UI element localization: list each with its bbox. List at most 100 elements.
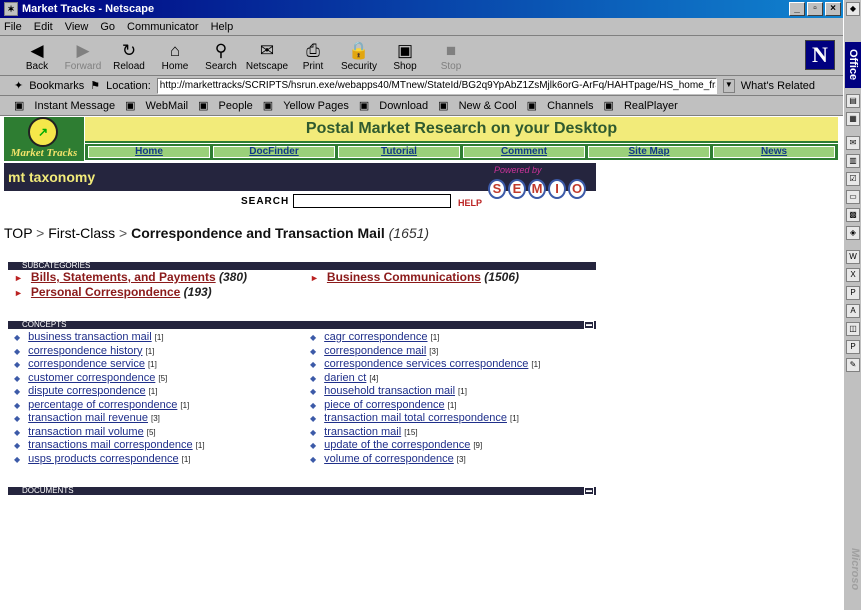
concept-item[interactable]: ◆ correspondence service [1] [14,358,157,370]
concept-item[interactable]: ◆ usps products correspondence [1] [14,453,191,465]
concept-link[interactable]: transactions mail correspondence [28,439,192,451]
office-app-icon-6[interactable]: ▭ [846,190,860,204]
nav-home[interactable]: Home [88,146,210,158]
subcategory-item[interactable]: ► Personal Correspondence (193) [14,285,212,299]
menu-help[interactable]: Help [211,21,234,33]
personal-bar-item[interactable]: RealPlayer [624,100,678,112]
menu-file[interactable]: File [4,21,22,33]
concept-item[interactable]: ◆ volume of correspondence [3] [310,453,466,465]
toolbar-home-button[interactable]: ⌂ Home [152,36,198,72]
semio-logo[interactable]: Powered by S E M I O [488,165,598,211]
office-app-icon-2[interactable]: ▦ [846,112,860,126]
office-app-icon-7[interactable]: ▩ [846,208,860,222]
toolbar-back-button[interactable]: ◀ Back [14,36,60,72]
concept-link[interactable]: transaction mail volume [28,426,144,438]
concept-link[interactable]: darien ct [324,372,366,384]
breadcrumb-first-class[interactable]: First-Class [48,225,115,241]
office-app-icon-3[interactable]: ✉ [846,136,860,150]
concept-link[interactable]: transaction mail [324,426,401,438]
nav-tutorial[interactable]: Tutorial [338,146,460,158]
minimize-button[interactable]: _ [789,2,805,16]
maximize-button[interactable]: ▫ [807,2,823,16]
office-app-icon-10[interactable]: ✎ [846,358,860,372]
concept-link[interactable]: household transaction mail [324,385,455,397]
concept-item[interactable]: ◆ update of the correspondence [9] [310,439,482,451]
concept-link[interactable]: correspondence mail [324,345,426,357]
toolbar-shop-button[interactable]: ▣ Shop [382,36,428,72]
menu-go[interactable]: Go [100,21,115,33]
concept-item[interactable]: ◆ customer correspondence [5] [14,372,167,384]
toolbar-netscape-button[interactable]: ✉ Netscape [244,36,290,72]
concept-link[interactable]: correspondence services correspondence [324,358,528,370]
word-icon[interactable]: W [846,250,860,264]
office-app-icon-5[interactable]: ☑ [846,172,860,186]
market-tracks-logo[interactable]: ↗ Market Tracks [4,117,84,161]
concept-item[interactable]: ◆ transactions mail correspondence [1] [14,439,205,451]
subcategory-link[interactable]: Business Communications [327,270,481,284]
menu-communicator[interactable]: Communicator [127,21,199,33]
concept-item[interactable]: ◆ correspondence services correspondence[… [310,358,540,370]
nav-site-map[interactable]: Site Map [588,146,710,158]
concept-link[interactable]: transaction mail total correspondence [324,412,507,424]
url-dropdown-icon[interactable]: ▼ [722,78,735,93]
personal-bar-item[interactable]: Instant Message [34,100,115,112]
url-input[interactable]: http://markettracks/SCRIPTS/hsrun.exe/we… [156,77,717,94]
concept-link[interactable]: dispute correspondence [28,385,145,397]
nav-news[interactable]: News [713,146,835,158]
concept-item[interactable]: ◆ darien ct [4] [310,372,378,384]
concept-item[interactable]: ◆ dispute correspondence [1] [14,385,157,397]
nav-docfinder[interactable]: DocFinder [213,146,335,158]
publisher-icon[interactable]: P [846,340,860,354]
concept-link[interactable]: business transaction mail [28,331,152,343]
concept-link[interactable]: piece of correspondence [324,399,444,411]
office-icon[interactable]: ◆ [846,2,860,16]
toolbar-reload-button[interactable]: ↻ Reload [106,36,152,72]
concept-item[interactable]: ◆ cagr correspondence [1] [310,331,439,343]
personal-bar-item[interactable]: New & Cool [459,100,517,112]
nav-comment[interactable]: Comment [463,146,585,158]
help-link[interactable]: HELP [458,198,482,208]
concept-item[interactable]: ◆ percentage of correspondence [1] [14,399,189,411]
concept-item[interactable]: ◆ correspondence history [1] [14,345,154,357]
concept-link[interactable]: volume of correspondence [324,453,454,465]
concept-item[interactable]: ◆ correspondence mail [3] [310,345,438,357]
netscape-logo-icon[interactable]: N [805,40,835,70]
toolbar-security-button[interactable]: 🔒 Security [336,36,382,72]
toolbar-stop-button[interactable]: ■ Stop [428,36,474,72]
excel-icon[interactable]: X [846,268,860,282]
powerpoint-icon[interactable]: P [846,286,860,300]
concept-link[interactable]: correspondence service [28,358,145,370]
minimize-icon[interactable]: ▬ [584,487,594,495]
menu-edit[interactable]: Edit [34,21,53,33]
concept-link[interactable]: update of the correspondence [324,439,470,451]
whats-related-button[interactable]: What's Related [741,80,815,92]
concept-item[interactable]: ◆ transaction mail [15] [310,426,418,438]
personal-bar-item[interactable]: People [219,100,253,112]
concept-link[interactable]: usps products correspondence [28,453,178,465]
personal-bar-item[interactable]: Yellow Pages [283,100,349,112]
concept-item[interactable]: ◆ business transaction mail [1] [14,331,164,343]
subcategory-item[interactable]: ► Bills, Statements, and Payments (380) [14,270,247,284]
office-app-icon-1[interactable]: ▤ [846,94,860,108]
breadcrumb-top[interactable]: TOP [4,225,32,241]
concept-item[interactable]: ◆ transaction mail volume [5] [14,426,156,438]
concept-item[interactable]: ◆ transaction mail total correspondence [1… [310,412,519,424]
concept-item[interactable]: ◆ piece of correspondence [1] [310,399,457,411]
concept-link[interactable]: transaction mail revenue [28,412,148,424]
office-app-icon-8[interactable]: ◈ [846,226,860,240]
subcategory-item[interactable]: ► Business Communications (1506) [310,270,519,284]
concept-item[interactable]: ◆ household transaction mail [1] [310,385,467,397]
concept-link[interactable]: correspondence history [28,345,142,357]
office-app-icon-9[interactable]: ◫ [846,322,860,336]
concept-link[interactable]: cagr correspondence [324,331,427,343]
concept-link[interactable]: percentage of correspondence [28,399,177,411]
minimize-icon[interactable]: ▬ [584,321,594,329]
subcategory-link[interactable]: Bills, Statements, and Payments [31,270,216,284]
personal-bar-item[interactable]: Channels [547,100,593,112]
toolbar-forward-button[interactable]: ▶ Forward [60,36,106,72]
close-button[interactable]: × [825,2,841,16]
personal-bar-item[interactable]: WebMail [146,100,189,112]
toolbar-search-button[interactable]: ⚲ Search [198,36,244,72]
access-icon[interactable]: A [846,304,860,318]
personal-bar-item[interactable]: Download [379,100,428,112]
